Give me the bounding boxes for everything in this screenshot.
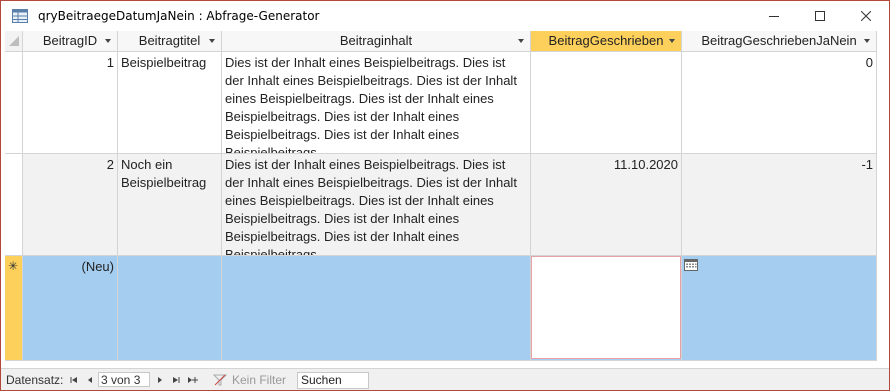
last-record-icon[interactable]: [169, 373, 183, 387]
cell-new-beitraggeschriebenjanein[interactable]: [682, 256, 877, 361]
datasheet-grid: ✳ BeitragID Beitragtitel Beitraginhalt B…: [5, 31, 889, 361]
no-filter-button[interactable]: Kein Filter: [232, 373, 286, 387]
minimize-button[interactable]: [751, 1, 797, 31]
query-table-icon: [12, 9, 28, 23]
sort-filter-dropdown-icon[interactable]: [864, 39, 870, 43]
record-selector-1[interactable]: [5, 52, 23, 154]
column-header-beitraginhalt[interactable]: Beitraginhalt: [222, 31, 531, 52]
date-picker-icon[interactable]: [684, 259, 698, 271]
window-title: qryBeitraegeDatumJaNein : Abfrage-Genera…: [38, 9, 320, 23]
maximize-icon: [815, 11, 825, 21]
title-bar[interactable]: qryBeitraegeDatumJaNein : Abfrage-Genera…: [1, 1, 889, 31]
record-selector-2[interactable]: [5, 154, 23, 256]
cell-beitragid[interactable]: 1: [23, 52, 118, 154]
date-edit-field[interactable]: [531, 256, 681, 359]
column-header-beitragtitel[interactable]: Beitragtitel: [118, 31, 222, 52]
query-window: qryBeitraegeDatumJaNein : Abfrage-Genera…: [0, 0, 890, 391]
sort-filter-dropdown-icon[interactable]: [518, 39, 524, 43]
cell-beitragtitel[interactable]: Beispielbeitrag: [118, 52, 222, 154]
cell-new-beitragtitel[interactable]: [118, 256, 222, 361]
column-label: BeitragID: [42, 33, 98, 48]
filter-off-icon: [213, 374, 227, 386]
search-input[interactable]: Suchen: [297, 372, 369, 389]
new-record-icon: ✳: [8, 259, 19, 273]
cell-new-beitraginhalt[interactable]: [222, 256, 531, 361]
record-selector-new[interactable]: ✳: [5, 256, 23, 361]
select-all-icon: [9, 36, 19, 46]
maximize-button[interactable]: [797, 1, 843, 31]
column-label: BeitragGeschriebenJaNein: [701, 33, 857, 48]
previous-record-icon[interactable]: [83, 373, 97, 387]
select-all-corner[interactable]: [5, 31, 23, 52]
current-record-field[interactable]: 3 von 3: [98, 372, 150, 387]
sort-filter-dropdown-icon[interactable]: [669, 39, 675, 43]
column-header-beitraggeschrieben[interactable]: BeitragGeschrieben: [531, 31, 682, 52]
first-record-icon[interactable]: [67, 373, 81, 387]
column-header-beitraggeschriebenjanein[interactable]: BeitragGeschriebenJaNein: [682, 31, 877, 52]
record-label: Datensatz:: [6, 373, 64, 387]
sort-filter-dropdown-icon[interactable]: [209, 39, 215, 43]
cell-beitraggeschriebenjanein[interactable]: 0: [682, 52, 877, 154]
column-header-beitragid[interactable]: BeitragID: [23, 31, 118, 52]
minimize-icon: [769, 16, 779, 17]
cell-beitraggeschriebenjanein[interactable]: -1: [682, 154, 877, 256]
sort-filter-dropdown-icon[interactable]: [105, 39, 111, 43]
close-icon: [861, 11, 871, 21]
column-label: Beitraginhalt: [339, 33, 413, 48]
cell-new-beitragid[interactable]: (Neu): [23, 256, 118, 361]
new-record-nav-icon[interactable]: [185, 373, 199, 387]
column-label: Beitragtitel: [138, 33, 201, 48]
column-label: BeitragGeschrieben: [548, 33, 664, 48]
cell-beitraginhalt[interactable]: Dies ist der Inhalt eines Beispielbeitra…: [222, 154, 531, 256]
close-button[interactable]: [843, 1, 889, 31]
cell-beitraggeschrieben[interactable]: 11.10.2020: [531, 154, 682, 256]
cell-beitraggeschrieben[interactable]: [531, 52, 682, 154]
cell-beitragtitel[interactable]: Noch ein Beispielbeitrag: [118, 154, 222, 256]
next-record-icon[interactable]: [153, 373, 167, 387]
record-navigation-bar: Datensatz: 3 von 3 Kein Filter Suchen: [1, 368, 889, 390]
cell-beitragid[interactable]: 2: [23, 154, 118, 256]
cell-beitraginhalt[interactable]: Dies ist der Inhalt eines Beispielbeitra…: [222, 52, 531, 154]
cell-new-beitraggeschrieben-container: [531, 256, 682, 361]
